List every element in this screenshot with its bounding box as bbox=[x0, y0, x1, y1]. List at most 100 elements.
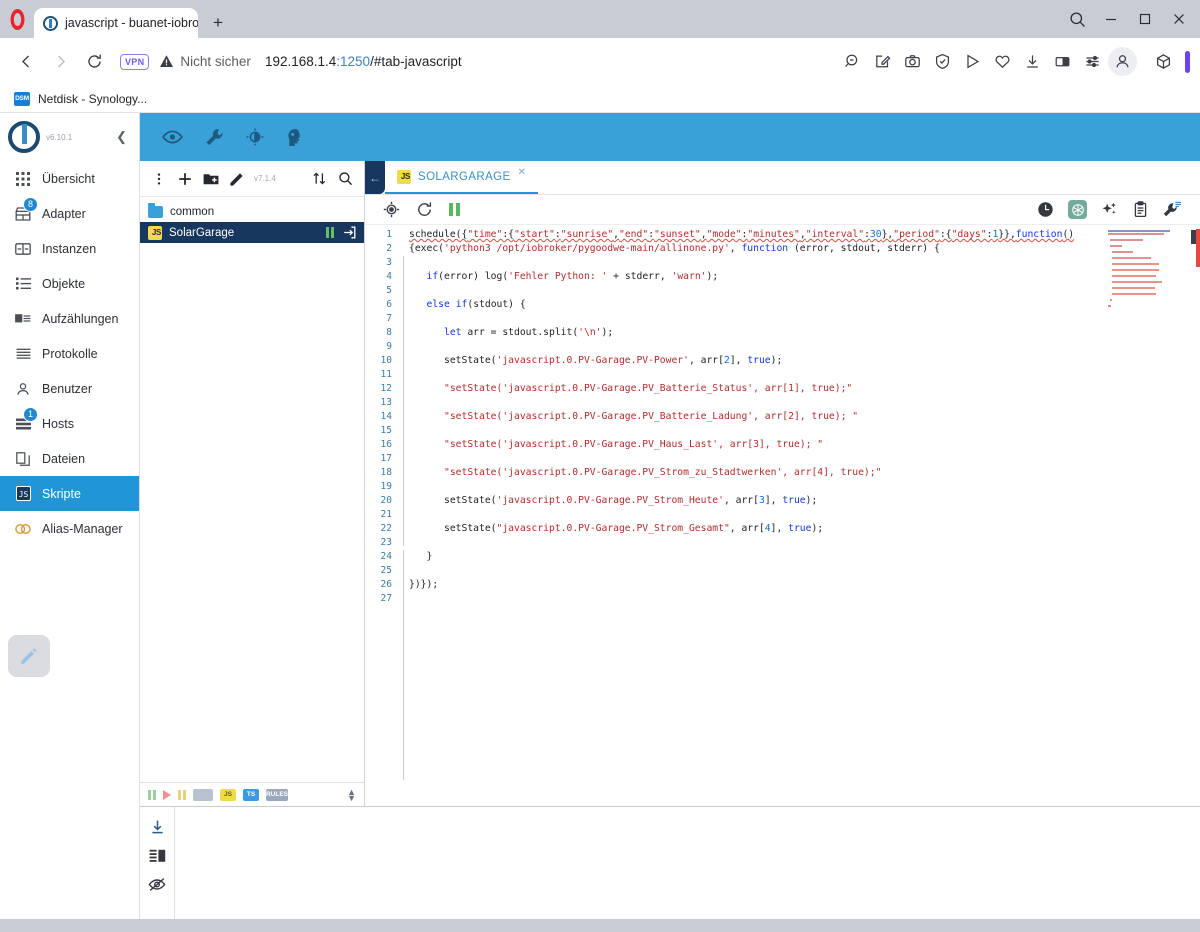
heart-icon[interactable] bbox=[988, 47, 1017, 76]
code-line[interactable]: setState('javascript.0.PV-Garage.PV_Stro… bbox=[409, 494, 1200, 508]
browser-tab[interactable]: javascript - buanet-iobrok bbox=[34, 8, 198, 38]
code-minimap[interactable] bbox=[1108, 225, 1200, 806]
close-icon[interactable] bbox=[1162, 0, 1196, 38]
layout-icon[interactable] bbox=[149, 849, 166, 864]
vpn-badge[interactable]: VPN bbox=[120, 53, 150, 70]
code-line[interactable]: setState('javascript.0.PV-Garage.PV-Powe… bbox=[409, 354, 1200, 368]
eye-icon[interactable] bbox=[162, 129, 183, 145]
code-line[interactable] bbox=[409, 340, 1200, 354]
code-line[interactable]: "setState('javascript.0.PV-Garage.PV_Bat… bbox=[409, 382, 1200, 396]
extensions-cube-icon[interactable] bbox=[1149, 47, 1178, 76]
sidebar-item-uebersicht[interactable]: Übersicht bbox=[0, 161, 139, 196]
more-vertical-icon[interactable] bbox=[148, 168, 170, 190]
code-folding-rail[interactable] bbox=[397, 225, 409, 806]
download-icon[interactable] bbox=[1018, 47, 1047, 76]
sidebar-item-benutzer[interactable]: Benutzer bbox=[0, 371, 139, 406]
wrench-icon[interactable] bbox=[205, 128, 224, 147]
security-indicator[interactable]: Nicht sicher bbox=[159, 54, 251, 69]
code-line[interactable] bbox=[409, 508, 1200, 522]
pause-icon[interactable] bbox=[326, 227, 334, 238]
stepper-updown-icon[interactable]: ▲ ▼ bbox=[347, 787, 356, 802]
new-tab-button[interactable]: + bbox=[204, 9, 232, 37]
code-line[interactable]: } bbox=[409, 550, 1200, 564]
list-item[interactable]: JS SolarGarage bbox=[140, 222, 364, 243]
code-line[interactable] bbox=[409, 536, 1200, 550]
output-content[interactable] bbox=[175, 807, 1200, 919]
hide-eye-icon[interactable] bbox=[148, 877, 166, 892]
sidebar-item-skripte[interactable]: JS Skripte bbox=[0, 476, 139, 511]
code-line[interactable]: else if(stdout) { bbox=[409, 298, 1200, 312]
edit-pencil-icon[interactable] bbox=[8, 635, 50, 677]
code-editor[interactable]: 1 2 3 4 5 6 7 8 9 10 11 12 13 14 15 16 17 18 19 20 21 22 23 24 2… bbox=[365, 225, 1200, 806]
code-line[interactable] bbox=[409, 592, 1200, 606]
edit-pencil-icon[interactable] bbox=[226, 168, 248, 190]
sidebar-toggle-icon[interactable] bbox=[1048, 47, 1077, 76]
rules-chip[interactable]: RULES bbox=[266, 788, 288, 801]
code-line[interactable]: schedule({"time":{"start":"sunrise","end… bbox=[409, 228, 1200, 242]
arrow-left-icon[interactable]: ← bbox=[365, 161, 385, 194]
code-line[interactable]: "setState('javascript.0.PV-Garage.PV_Hau… bbox=[409, 438, 1200, 452]
reload-icon[interactable] bbox=[78, 46, 110, 78]
zoom-out-icon[interactable] bbox=[838, 47, 867, 76]
sidebar-item-instanzen[interactable]: Instanzen bbox=[0, 231, 139, 266]
code-line[interactable]: "setState('javascript.0.PV-Garage.PV_Str… bbox=[409, 466, 1200, 480]
sidebar-item-aufzaehlungen[interactable]: Aufzählungen bbox=[0, 301, 139, 336]
code-content[interactable]: schedule({"time":{"start":"sunrise","end… bbox=[409, 225, 1200, 806]
wrench-config-icon[interactable] bbox=[1163, 201, 1182, 218]
sidebar-item-hosts[interactable]: 1 Hosts bbox=[0, 406, 139, 441]
sidebar-item-adapter[interactable]: 8 Adapter bbox=[0, 196, 139, 231]
clipboard-icon[interactable] bbox=[1132, 201, 1149, 218]
code-line[interactable] bbox=[409, 452, 1200, 466]
code-line[interactable]: })}); bbox=[409, 578, 1200, 592]
forward-icon[interactable] bbox=[44, 46, 76, 78]
edit-note-icon[interactable] bbox=[868, 47, 897, 76]
pause-yellow-icon[interactable] bbox=[178, 789, 186, 800]
close-icon[interactable]: ✕ bbox=[518, 167, 527, 178]
restart-icon[interactable] bbox=[416, 201, 433, 218]
add-folder-icon[interactable] bbox=[200, 168, 222, 190]
sort-icon[interactable] bbox=[308, 168, 330, 190]
code-line[interactable] bbox=[409, 368, 1200, 382]
minimize-icon[interactable] bbox=[1094, 0, 1128, 38]
js-chip[interactable]: JS bbox=[220, 788, 236, 801]
clock-icon[interactable] bbox=[1037, 201, 1054, 218]
sparkle-icon[interactable] bbox=[1101, 201, 1118, 218]
sidebar-item-alias-manager[interactable]: Alias-Manager bbox=[0, 511, 139, 546]
bookmark-item[interactable]: Netdisk - Synology... bbox=[38, 92, 147, 106]
code-line[interactable]: {exec('python3 /opt/iobroker/pygoodwe-ma… bbox=[409, 242, 1200, 256]
code-line[interactable]: if(error) log('Fehler Python: ' + stderr… bbox=[409, 270, 1200, 284]
code-line[interactable] bbox=[409, 256, 1200, 270]
list-item[interactable]: common bbox=[140, 201, 364, 222]
code-line[interactable]: setState("javascript.0.PV-Garage.PV_Stro… bbox=[409, 522, 1200, 536]
code-line[interactable] bbox=[409, 284, 1200, 298]
expert-mode-icon[interactable] bbox=[286, 128, 302, 147]
back-icon[interactable] bbox=[10, 46, 42, 78]
pause-green-icon[interactable] bbox=[148, 789, 156, 800]
search-icon[interactable] bbox=[334, 168, 356, 190]
profile-icon[interactable] bbox=[1108, 47, 1137, 76]
sidebar-item-dateien[interactable]: Dateien bbox=[0, 441, 139, 476]
easy-setup-icon[interactable] bbox=[1078, 47, 1107, 76]
code-line[interactable]: let arr = stdout.split('\n'); bbox=[409, 326, 1200, 340]
pause-icon[interactable] bbox=[449, 203, 460, 216]
code-line[interactable]: "setState('javascript.0.PV-Garage.PV_Bat… bbox=[409, 410, 1200, 424]
play-red-icon[interactable] bbox=[163, 789, 171, 800]
url-bar[interactable]: 192.168.1.4:1250/#tab-javascript bbox=[265, 54, 462, 69]
chatgpt-icon[interactable] bbox=[1068, 200, 1087, 219]
snapshot-icon[interactable] bbox=[898, 47, 927, 76]
code-line[interactable] bbox=[409, 312, 1200, 326]
chevron-left-icon[interactable]: ❮ bbox=[116, 129, 131, 145]
code-line[interactable] bbox=[409, 424, 1200, 438]
sidebar-item-objekte[interactable]: Objekte bbox=[0, 266, 139, 301]
sidebar-item-protokolle[interactable]: Protokolle bbox=[0, 336, 139, 371]
export-icon[interactable] bbox=[343, 226, 356, 239]
contrast-icon[interactable] bbox=[246, 128, 264, 146]
locate-icon[interactable] bbox=[383, 201, 400, 218]
scroll-to-bottom-icon[interactable] bbox=[149, 819, 166, 836]
send-icon[interactable] bbox=[958, 47, 987, 76]
window-search-icon[interactable] bbox=[1060, 0, 1094, 38]
code-line[interactable] bbox=[409, 396, 1200, 410]
editor-tab-solargarage[interactable]: JS SOLARGARAGE ✕ bbox=[385, 161, 539, 194]
ts-chip[interactable]: TS bbox=[243, 788, 259, 801]
code-line[interactable] bbox=[409, 564, 1200, 578]
